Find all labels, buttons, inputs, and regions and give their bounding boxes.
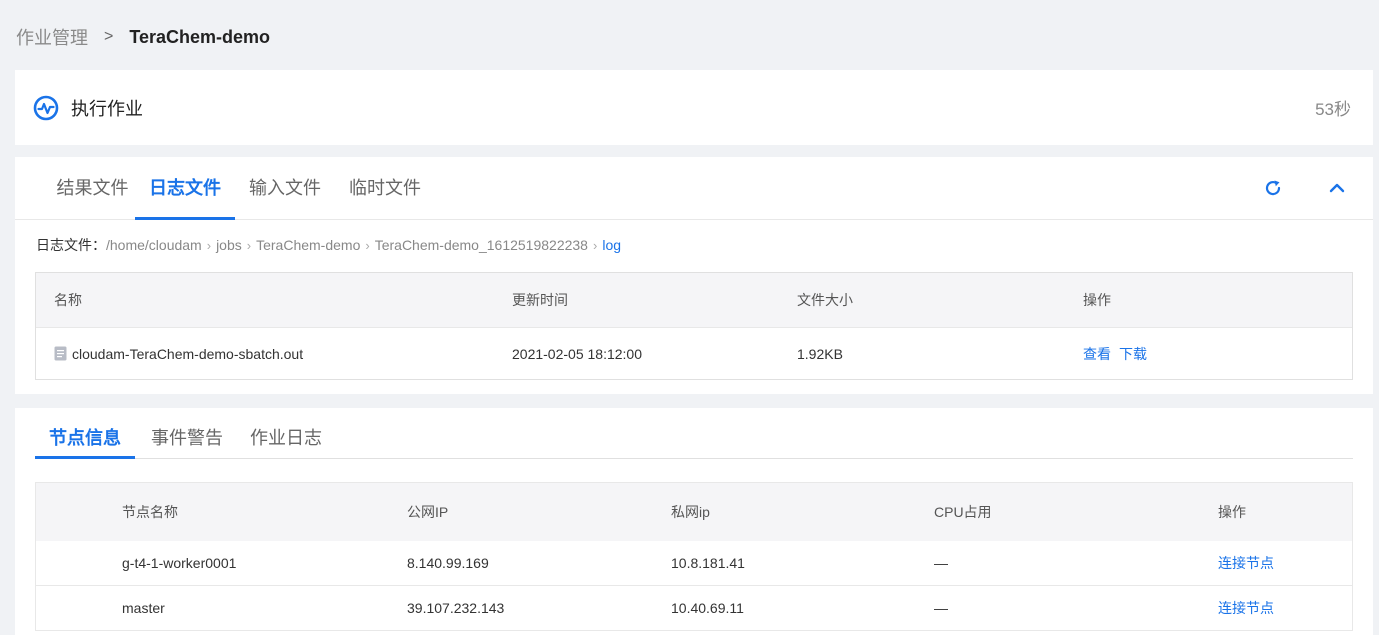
node-card: 节点信息 事件警告 作业日志 节点名称 公网IP 私网ip CPU占用 操作 g… bbox=[15, 408, 1373, 635]
node-tabs: 节点信息 事件警告 作业日志 bbox=[35, 408, 1353, 459]
path-label: 日志文件： bbox=[36, 237, 106, 253]
tab-node-info[interactable]: 节点信息 bbox=[35, 408, 135, 459]
column-header: 操作 bbox=[1218, 504, 1246, 520]
column-header: 公网IP bbox=[407, 504, 449, 520]
column-header: 节点名称 bbox=[122, 504, 178, 520]
breadcrumb: 作业管理 > TeraChem-demo bbox=[16, 24, 270, 50]
pulse-circle-icon bbox=[33, 95, 59, 121]
table-row: cloudam-TeraChem-demo-sbatch.out 2021-02… bbox=[36, 327, 1352, 379]
node-table: 节点名称 公网IP 私网ip CPU占用 操作 g-t4-1-worker000… bbox=[35, 482, 1353, 631]
column-header: 名称 bbox=[54, 292, 82, 308]
path-segment[interactable]: /home/cloudam bbox=[106, 237, 202, 253]
tab-job-log[interactable]: 作业日志 bbox=[250, 408, 322, 459]
path-segment[interactable]: jobs bbox=[216, 237, 242, 253]
breadcrumb-current: TeraChem-demo bbox=[129, 26, 271, 47]
file-name[interactable]: cloudam-TeraChem-demo-sbatch.out bbox=[72, 346, 303, 362]
file-table: 名称 更新时间 文件大小 操作 cloudam-TeraChem-demo-sb… bbox=[35, 272, 1353, 380]
table-header: 名称 更新时间 文件大小 操作 bbox=[36, 273, 1352, 327]
chevron-right-icon: › bbox=[246, 237, 252, 253]
chevron-right-icon: › bbox=[365, 237, 370, 253]
node-private-ip: 10.8.181.41 bbox=[671, 555, 745, 571]
log-path: 日志文件： /home/cloudam › jobs › TeraChem-de… bbox=[36, 235, 621, 255]
table-row: master 39.107.232.143 10.40.69.11 — 连接节点 bbox=[36, 586, 1352, 631]
file-tabs: 结果文件 日志文件 输入文件 临时文件 bbox=[15, 157, 1373, 220]
file-updated: 2021-02-05 18:12:00 bbox=[512, 345, 642, 362]
connect-node-link[interactable]: 连接节点 bbox=[1218, 598, 1274, 618]
node-cpu: — bbox=[934, 555, 948, 571]
node-cpu: — bbox=[934, 600, 948, 616]
node-public-ip: 8.140.99.169 bbox=[407, 555, 489, 571]
connect-node-link[interactable]: 连接节点 bbox=[1218, 553, 1274, 573]
tab-event-warnings[interactable]: 事件警告 bbox=[151, 408, 223, 459]
column-header: 操作 bbox=[1083, 292, 1111, 308]
path-segment[interactable]: TeraChem-demo bbox=[256, 237, 360, 253]
column-header: 私网ip bbox=[671, 504, 710, 520]
column-header: 文件大小 bbox=[797, 292, 853, 308]
node-private-ip: 10.40.69.11 bbox=[671, 600, 744, 616]
node-name: master bbox=[122, 600, 165, 616]
node-public-ip: 39.107.232.143 bbox=[407, 600, 505, 616]
files-card: 结果文件 日志文件 输入文件 临时文件 日志文件： /home/cloudam … bbox=[15, 157, 1373, 394]
job-status-card: 执行作业 53秒 bbox=[15, 70, 1373, 145]
tab-result-files[interactable]: 结果文件 bbox=[50, 157, 135, 220]
view-link[interactable]: 查看 bbox=[1083, 344, 1111, 364]
chevron-up-icon[interactable] bbox=[1326, 177, 1348, 199]
column-header: CPU占用 bbox=[934, 504, 992, 520]
table-header: 节点名称 公网IP 私网ip CPU占用 操作 bbox=[36, 483, 1352, 541]
file-icon bbox=[54, 346, 67, 361]
path-segment[interactable]: TeraChem-demo_1612519822238 bbox=[375, 237, 588, 253]
elapsed-time: 53秒 bbox=[1315, 100, 1351, 119]
column-header: 更新时间 bbox=[512, 292, 568, 308]
node-name: g-t4-1-worker0001 bbox=[122, 555, 237, 571]
file-size: 1.92KB bbox=[797, 345, 843, 362]
path-segment-current[interactable]: log bbox=[602, 237, 621, 253]
chevron-right-icon: › bbox=[592, 237, 598, 253]
breadcrumb-parent-link[interactable]: 作业管理 bbox=[16, 24, 88, 50]
refresh-icon[interactable] bbox=[1262, 177, 1284, 199]
job-status-title: 执行作业 bbox=[71, 98, 143, 119]
download-link[interactable]: 下载 bbox=[1119, 344, 1147, 364]
tab-temp-files[interactable]: 临时文件 bbox=[335, 157, 435, 220]
chevron-right-icon: › bbox=[206, 237, 212, 253]
table-row: g-t4-1-worker0001 8.140.99.169 10.8.181.… bbox=[36, 541, 1352, 586]
breadcrumb-separator: > bbox=[104, 28, 114, 45]
tab-input-files[interactable]: 输入文件 bbox=[235, 157, 335, 220]
tab-log-files[interactable]: 日志文件 bbox=[135, 157, 235, 220]
